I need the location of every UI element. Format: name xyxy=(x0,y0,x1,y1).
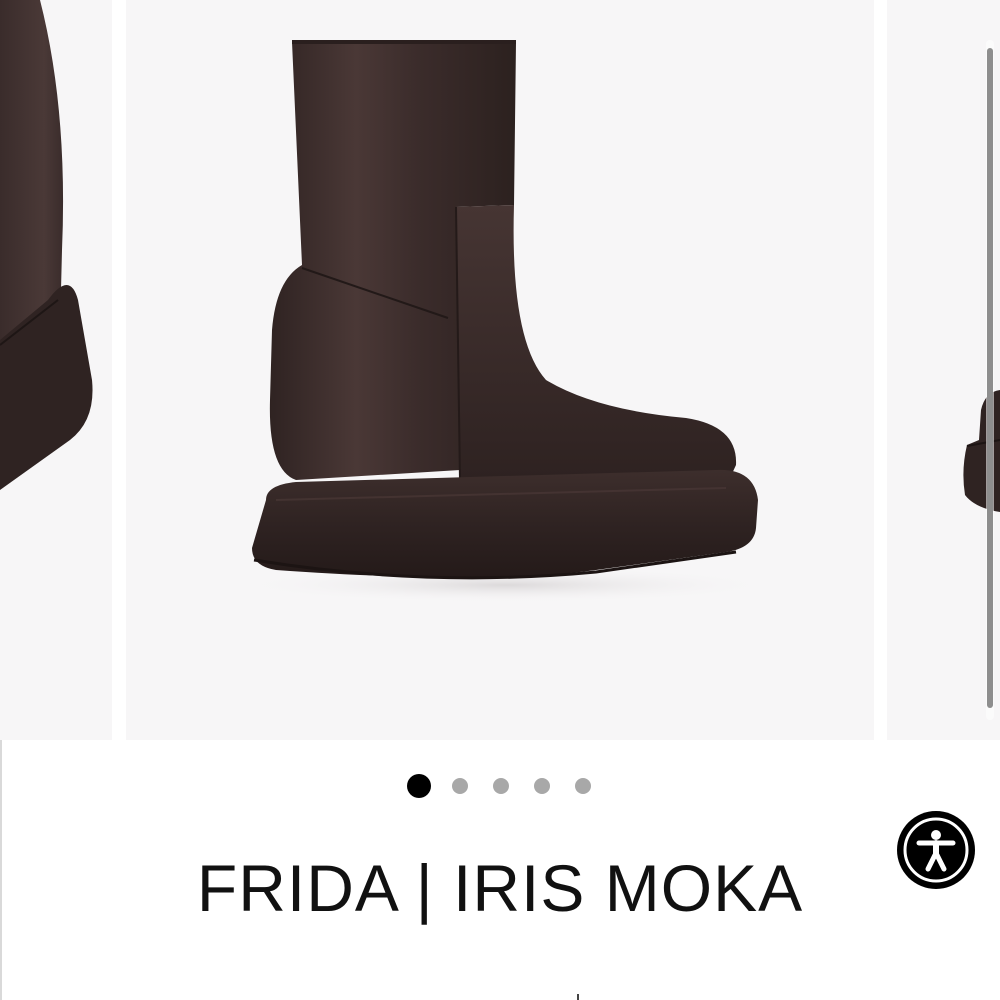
boot-image xyxy=(236,40,776,603)
carousel-dot-5[interactable] xyxy=(575,778,591,794)
carousel-slide-next[interactable] xyxy=(887,0,1000,740)
content-edge-mark xyxy=(577,994,579,1000)
carousel-slide-current[interactable] xyxy=(126,0,874,740)
carousel-dot-2[interactable] xyxy=(452,778,468,794)
carousel-slide-previous[interactable] xyxy=(0,0,112,740)
product-title: FRIDA | IRIS MOKA xyxy=(196,851,804,925)
boot-image-partial-right xyxy=(963,390,1000,512)
scrollbar-thumb[interactable] xyxy=(987,48,993,708)
carousel-dot-3[interactable] xyxy=(493,778,509,794)
boot-image-partial-left xyxy=(0,0,93,490)
product-image-carousel[interactable] xyxy=(0,0,1000,740)
carousel-dot-4[interactable] xyxy=(534,778,550,794)
carousel-dot-1[interactable] xyxy=(407,774,431,798)
carousel-pagination xyxy=(0,772,1000,800)
product-page: FRIDA | IRIS MOKA xyxy=(0,0,1000,1000)
